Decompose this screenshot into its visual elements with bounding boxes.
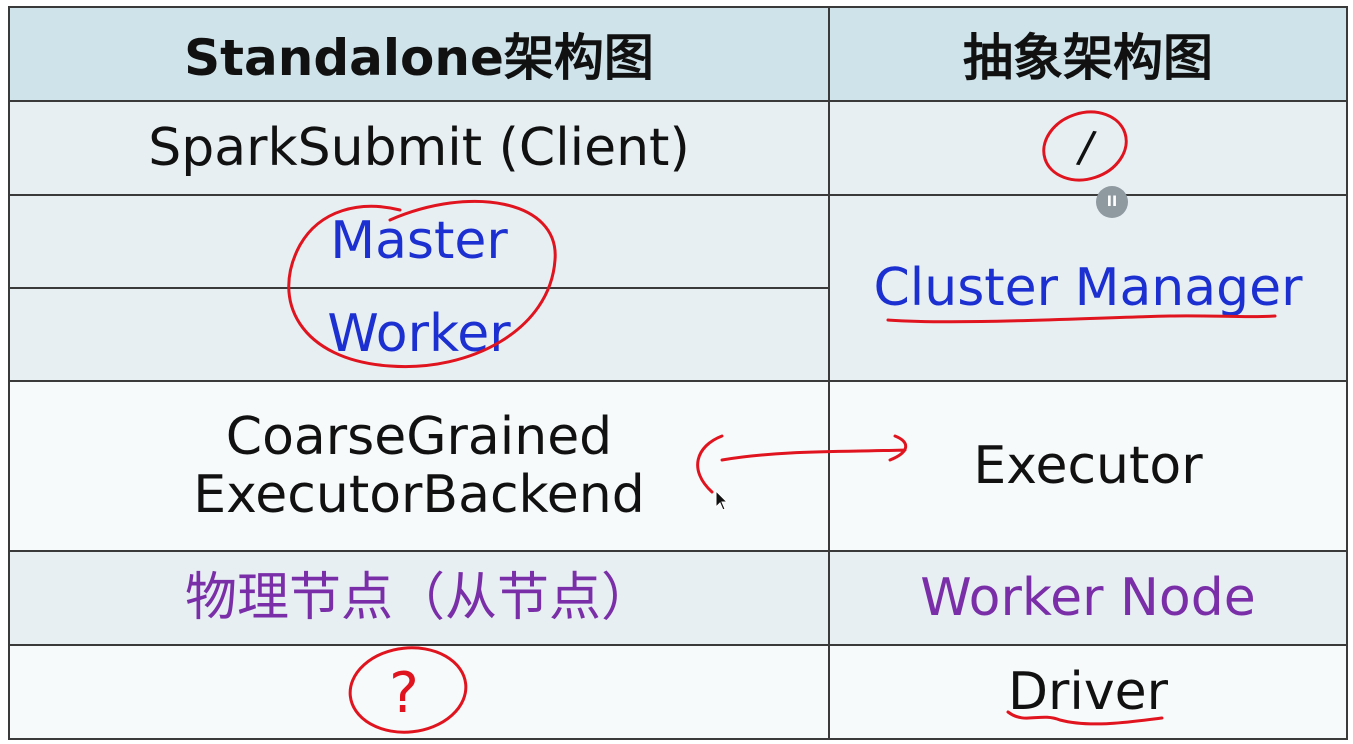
cell-cluster-manager: Cluster Manager xyxy=(830,196,1346,382)
cell-empty xyxy=(830,102,1346,196)
table-header-row: Standalone架构图 抽象架构图 xyxy=(10,8,1346,102)
table-row: Master Worker Cluster Manager xyxy=(10,196,1346,382)
cell-unknown xyxy=(10,646,830,738)
table-row: Driver xyxy=(10,646,1346,738)
table-row: 物理节点（从节点） Worker Node xyxy=(10,552,1346,646)
cell-master: Master xyxy=(10,196,828,289)
pause-icon: II xyxy=(1106,194,1118,210)
cell-sparksubmit: SparkSubmit (Client) xyxy=(10,102,830,196)
cell-physical-node: 物理节点（从节点） xyxy=(10,552,830,646)
header-standalone: Standalone架构图 xyxy=(10,8,830,102)
table-row: CoarseGrained ExecutorBackend Executor xyxy=(10,382,1346,552)
coarsegrained-line1: CoarseGrained xyxy=(225,406,613,467)
cell-driver: Driver xyxy=(830,646,1346,738)
cell-coarsegrained: CoarseGrained ExecutorBackend xyxy=(10,382,830,552)
cell-group-master-worker: Master Worker xyxy=(10,196,830,382)
cell-worker-node: Worker Node xyxy=(830,552,1346,646)
table-row: SparkSubmit (Client) xyxy=(10,102,1346,196)
comparison-table: Standalone架构图 抽象架构图 SparkSubmit (Client)… xyxy=(8,6,1348,740)
mouse-cursor-icon xyxy=(715,490,729,511)
pause-button[interactable]: II xyxy=(1096,186,1128,218)
coarsegrained-line2: ExecutorBackend xyxy=(193,465,645,525)
cell-worker: Worker xyxy=(10,289,828,382)
header-abstract: 抽象架构图 xyxy=(830,8,1346,102)
cell-executor: Executor xyxy=(830,382,1346,552)
